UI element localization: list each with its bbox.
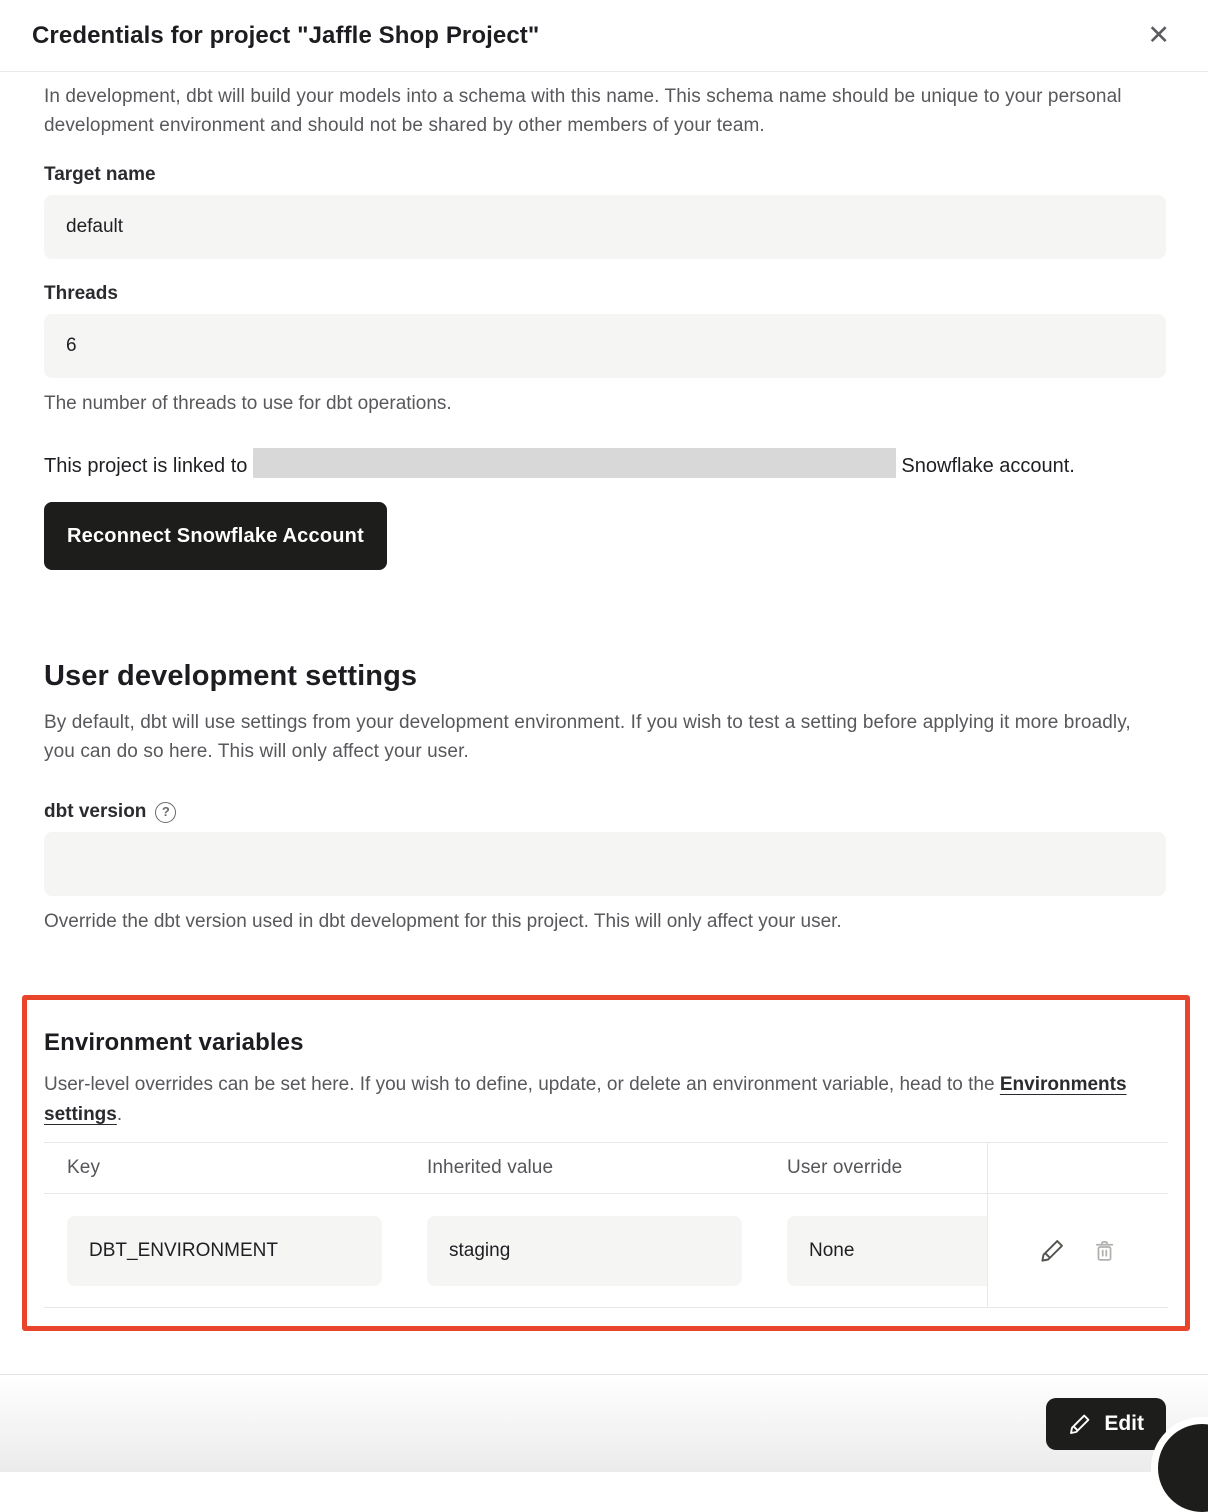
edit-pencil-icon (1068, 1412, 1092, 1436)
dbt-version-label-row: dbt version ? (44, 800, 1166, 824)
key-value: DBT_ENVIRONMENT (67, 1216, 382, 1286)
column-header-user-override: User override (764, 1143, 988, 1193)
annotation-highlight-box: Environment variables User-level overrid… (22, 995, 1190, 1331)
modal-footer: Edit (0, 1374, 1208, 1472)
threads-help-text: The number of threads to use for dbt ope… (44, 392, 1166, 416)
env-vars-description-text: User-level overrides can be set here. If… (44, 1074, 1000, 1095)
env-vars-table: Key Inherited value User override DBT_EN… (44, 1142, 1168, 1308)
column-header-key: Key (44, 1143, 404, 1193)
cell-actions (988, 1194, 1168, 1307)
linked-account-text-after: Snowflake account. (901, 455, 1074, 477)
cell-inherited-value: staging (404, 1194, 764, 1307)
user-override-value: None (787, 1216, 987, 1286)
edit-button[interactable]: Edit (1046, 1398, 1166, 1450)
dbt-version-help-text: Override the dbt version used in dbt dev… (44, 910, 1166, 934)
linked-account-text: This project is linked to Snowflake accou… (44, 448, 1084, 484)
linked-account-text-before: This project is linked to (44, 455, 247, 477)
target-name-label: Target name (44, 163, 1166, 187)
cell-key: DBT_ENVIRONMENT (44, 1194, 404, 1307)
dbt-version-input[interactable] (44, 832, 1166, 896)
env-vars-heading: Environment variables (44, 1028, 1168, 1058)
delete-row-trash-icon[interactable] (1092, 1238, 1117, 1263)
edit-row-pencil-icon[interactable] (1039, 1237, 1066, 1264)
dbt-version-label: dbt version (44, 800, 146, 824)
close-icon[interactable]: ✕ (1143, 18, 1174, 53)
env-vars-description-period: . (117, 1104, 122, 1125)
threads-label: Threads (44, 282, 1166, 306)
threads-input[interactable] (44, 314, 1166, 378)
user-dev-settings-heading: User development settings (44, 658, 1166, 694)
cell-user-override: None (764, 1194, 988, 1307)
table-header-row: Key Inherited value User override (44, 1142, 1168, 1194)
edit-button-label: Edit (1104, 1412, 1144, 1436)
target-name-input[interactable] (44, 195, 1166, 259)
help-icon[interactable]: ? (155, 802, 176, 823)
table-row: DBT_ENVIRONMENT staging None (44, 1194, 1168, 1308)
inherited-value: staging (427, 1216, 742, 1286)
modal-header: Credentials for project "Jaffle Shop Pro… (0, 0, 1208, 72)
env-vars-description: User-level overrides can be set here. If… (44, 1070, 1168, 1130)
reconnect-snowflake-button[interactable]: Reconnect Snowflake Account (44, 502, 387, 570)
modal-content: In development, dbt will build your mode… (0, 72, 1208, 1331)
reconnect-snowflake-button-label: Reconnect Snowflake Account (67, 525, 364, 548)
modal-title: Credentials for project "Jaffle Shop Pro… (32, 22, 539, 50)
column-header-actions (988, 1143, 1168, 1193)
user-dev-settings-description: By default, dbt will use settings from y… (44, 708, 1166, 766)
redacted-account-name-overlay (253, 448, 896, 478)
column-header-inherited-value: Inherited value (404, 1143, 764, 1193)
schema-description: In development, dbt will build your mode… (44, 82, 1166, 140)
